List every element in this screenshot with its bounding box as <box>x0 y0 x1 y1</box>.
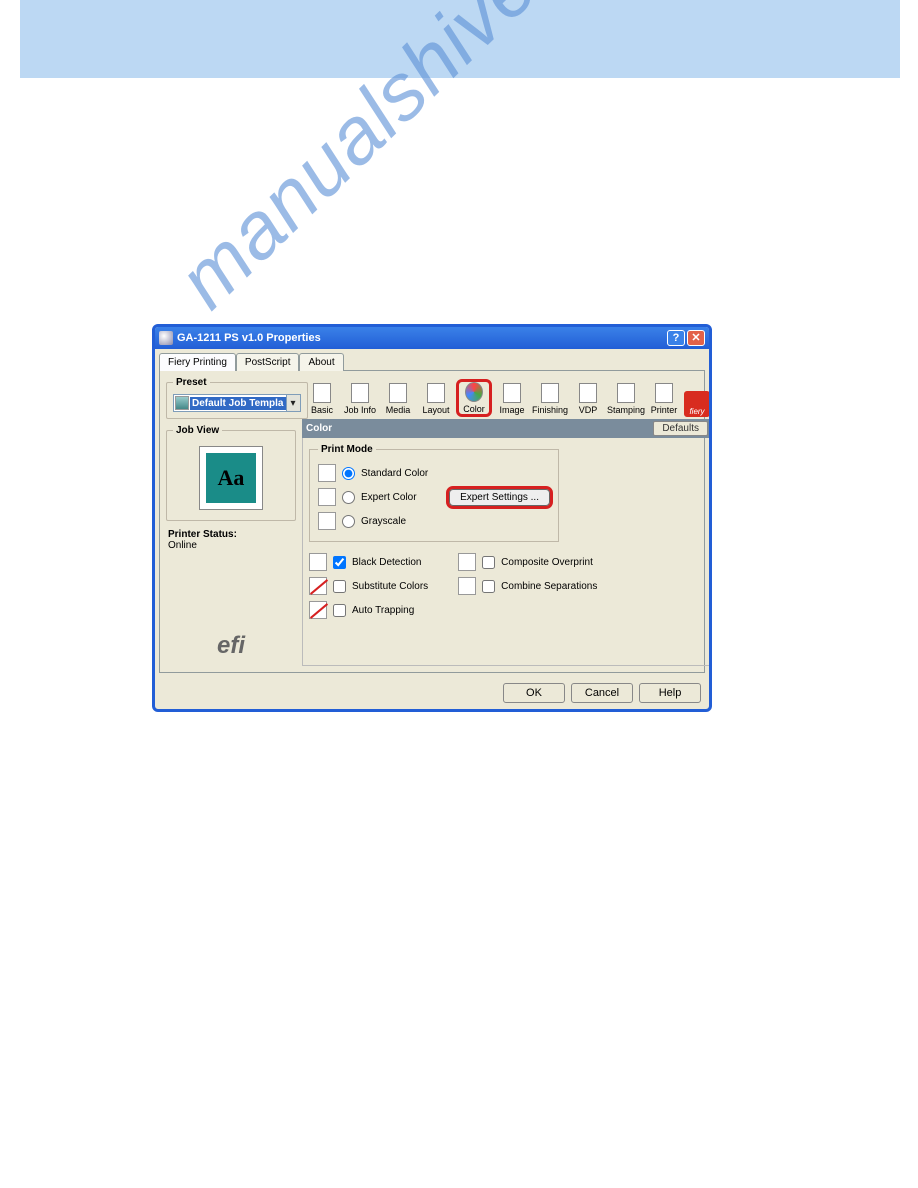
print-mode-legend: Print Mode <box>318 444 376 455</box>
toolbar-image[interactable]: Image <box>494 381 530 417</box>
preset-value: Default Job Templa <box>190 397 286 410</box>
toolbar-finishing[interactable]: Finishing <box>532 381 568 417</box>
radio-grayscale[interactable] <box>342 515 355 528</box>
window-title: GA-1211 PS v1.0 Properties <box>177 332 663 344</box>
black-detection-icon <box>309 553 327 571</box>
preset-legend: Preset <box>173 377 210 388</box>
help-button[interactable]: Help <box>639 683 701 703</box>
fiery-logo: fiery <box>684 391 710 417</box>
radio-standard-color[interactable] <box>342 467 355 480</box>
jobview-sample: Aa <box>206 453 256 503</box>
stamping-icon <box>617 383 635 403</box>
options-right-col: Composite Overprint Combine Separations <box>458 550 597 622</box>
printer-status-block: Printer Status: Online <box>166 527 296 553</box>
check-composite-overprint-label: Composite Overprint <box>501 557 593 568</box>
check-combine-separations[interactable] <box>482 580 495 593</box>
tab-about[interactable]: About <box>299 353 343 371</box>
radio-standard-color-row: Standard Color <box>318 461 550 485</box>
options-grid: Black Detection Substitute Colors Auto T… <box>309 550 705 622</box>
color-icon <box>465 382 483 402</box>
titlebar-help-button[interactable]: ? <box>667 330 685 346</box>
radio-grayscale-label: Grayscale <box>361 516 406 527</box>
printer-icon <box>655 383 673 403</box>
cancel-button[interactable]: Cancel <box>571 683 633 703</box>
toolbar-printer[interactable]: Printer <box>646 381 682 417</box>
side-column: Preset Default Job Templa ▾ Job View Aa … <box>166 377 296 666</box>
radio-expert-color-row: Expert Color Expert Settings ... <box>318 485 550 509</box>
toolbar-vdp[interactable]: VDP <box>570 381 606 417</box>
preset-icon <box>175 396 189 410</box>
toolbar-basic[interactable]: Basic <box>304 381 340 417</box>
preset-dropdown[interactable]: Default Job Templa ▾ <box>173 394 301 412</box>
check-composite-overprint[interactable] <box>482 556 495 569</box>
defaults-button[interactable]: Defaults <box>653 421 708 436</box>
section-header: Color Defaults <box>302 419 712 438</box>
tab-postscript[interactable]: PostScript <box>236 353 300 371</box>
window-icon <box>159 331 173 345</box>
jobview-group: Job View Aa <box>166 425 296 521</box>
check-auto-trapping-row: Auto Trapping <box>309 598 428 622</box>
jobview-preview: Aa <box>199 446 263 510</box>
check-substitute-colors-label: Substitute Colors <box>352 581 428 592</box>
standard-color-icon <box>318 464 336 482</box>
check-auto-trapping-label: Auto Trapping <box>352 605 414 616</box>
finishing-icon <box>541 383 559 403</box>
composite-overprint-icon <box>458 553 476 571</box>
radio-standard-color-label: Standard Color <box>361 468 428 479</box>
efi-logo: efi <box>166 626 296 666</box>
dialog-tabs: Fiery Printing PostScript About <box>155 349 709 370</box>
jobinfo-icon <box>351 383 369 403</box>
combine-separations-icon <box>458 577 476 595</box>
options-left-col: Black Detection Substitute Colors Auto T… <box>309 550 428 622</box>
main-column: Basic Job Info Media Layout Color <box>302 377 712 666</box>
jobview-legend: Job View <box>173 425 222 436</box>
titlebar: GA-1211 PS v1.0 Properties ? ✕ <box>155 327 709 349</box>
vdp-icon <box>579 383 597 403</box>
chevron-down-icon: ▾ <box>286 395 300 411</box>
check-composite-overprint-row: Composite Overprint <box>458 550 597 574</box>
grayscale-icon <box>318 512 336 530</box>
toolbar-media[interactable]: Media <box>380 381 416 417</box>
ok-button[interactable]: OK <box>503 683 565 703</box>
basic-icon <box>313 383 331 403</box>
check-combine-separations-row: Combine Separations <box>458 574 597 598</box>
toolbar-layout[interactable]: Layout <box>418 381 454 417</box>
radio-grayscale-row: Grayscale <box>318 509 550 533</box>
toolbar-stamping[interactable]: Stamping <box>608 381 644 417</box>
auto-trapping-icon <box>309 601 327 619</box>
printer-status-label: Printer Status: <box>168 529 294 540</box>
dialog-buttons: OK Cancel Help <box>155 677 709 709</box>
check-auto-trapping[interactable] <box>333 604 346 617</box>
media-icon <box>389 383 407 403</box>
substitute-colors-icon <box>309 577 327 595</box>
tab-fiery-printing[interactable]: Fiery Printing <box>159 353 236 371</box>
preset-group: Preset Default Job Templa ▾ <box>166 377 308 419</box>
page-header-banner <box>20 0 900 78</box>
expert-settings-button[interactable]: Expert Settings ... <box>449 489 550 506</box>
color-panel-body: Print Mode Standard Color Expert Color E… <box>302 438 712 666</box>
check-black-detection-row: Black Detection <box>309 550 428 574</box>
radio-expert-color-label: Expert Color <box>361 492 417 503</box>
tab-panel: Preset Default Job Templa ▾ Job View Aa … <box>159 370 705 673</box>
properties-dialog: GA-1211 PS v1.0 Properties ? ✕ Fiery Pri… <box>152 324 712 712</box>
toolbar-color[interactable]: Color <box>456 379 492 417</box>
check-substitute-colors-row: Substitute Colors <box>309 574 428 598</box>
toolbar-jobinfo[interactable]: Job Info <box>342 381 378 417</box>
check-black-detection-label: Black Detection <box>352 557 421 568</box>
check-combine-separations-label: Combine Separations <box>501 581 597 592</box>
section-title: Color <box>306 423 332 434</box>
print-mode-group: Print Mode Standard Color Expert Color E… <box>309 444 559 542</box>
expert-color-icon <box>318 488 336 506</box>
check-black-detection[interactable] <box>333 556 346 569</box>
radio-expert-color[interactable] <box>342 491 355 504</box>
toolbar: Basic Job Info Media Layout Color <box>302 377 712 419</box>
titlebar-close-button[interactable]: ✕ <box>687 330 705 346</box>
image-icon <box>503 383 521 403</box>
printer-status-value: Online <box>168 540 294 551</box>
check-substitute-colors[interactable] <box>333 580 346 593</box>
layout-icon <box>427 383 445 403</box>
